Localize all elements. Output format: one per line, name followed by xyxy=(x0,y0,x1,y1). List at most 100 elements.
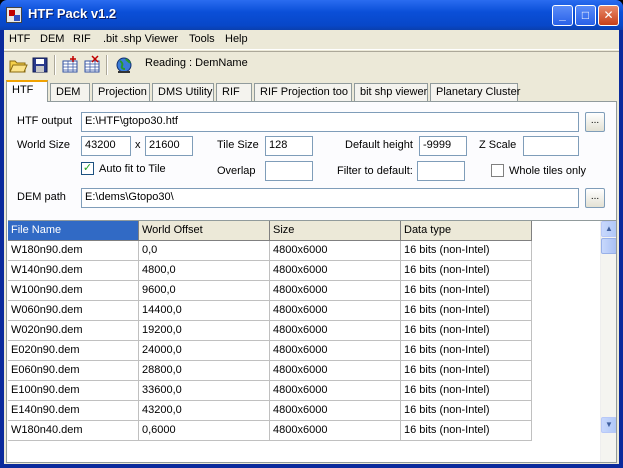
world-size-x-field[interactable]: 43200 xyxy=(81,136,131,156)
file-name-cell[interactable]: W140n90.dem xyxy=(8,261,139,281)
tab-dem[interactable]: DEM xyxy=(50,83,90,102)
data-type-cell[interactable]: 16 bits (non-Intel) xyxy=(401,321,532,341)
save-icon[interactable] xyxy=(30,55,50,75)
table-delete-icon[interactable] xyxy=(82,55,102,75)
menu-htf[interactable]: HTF xyxy=(9,33,30,45)
menu-dem[interactable]: DEM xyxy=(40,33,64,45)
world-offset-cell[interactable]: 33600,0 xyxy=(139,381,270,401)
open-folder-icon[interactable] xyxy=(8,55,28,75)
auto-fit-checkbox[interactable]: ✓ xyxy=(81,162,94,175)
world-size-y-field[interactable]: 21600 xyxy=(145,136,193,156)
data-type-cell[interactable]: 16 bits (non-Intel) xyxy=(401,421,532,441)
table-row[interactable]: W140n90.dem 4800,0 4800x6000 16 bits (non-I… xyxy=(8,261,532,281)
table-row[interactable]: W060n90.dem 14400,0 4800x6000 16 bits (non-… xyxy=(8,301,532,321)
world-offset-cell[interactable]: 43200,0 xyxy=(139,401,270,421)
size-cell[interactable]: 4800x6000 xyxy=(270,341,401,361)
column-header-data-type[interactable]: Data type xyxy=(401,221,532,241)
world-offset-cell[interactable]: 28800,0 xyxy=(139,361,270,381)
scroll-down-button[interactable]: ▼ xyxy=(601,417,616,433)
size-cell[interactable]: 4800x6000 xyxy=(270,281,401,301)
size-cell[interactable]: 4800x6000 xyxy=(270,421,401,441)
menu-rif[interactable]: RIF xyxy=(73,33,91,45)
size-cell[interactable]: 4800x6000 xyxy=(270,381,401,401)
tab-projection[interactable]: Projection xyxy=(92,83,150,102)
auto-fit-label: Auto fit to Tile xyxy=(99,163,166,175)
file-name-cell[interactable]: E100n90.dem xyxy=(8,381,139,401)
size-cell[interactable]: 4800x6000 xyxy=(270,301,401,321)
default-height-field[interactable]: -9999 xyxy=(419,136,467,156)
app-icon[interactable] xyxy=(6,7,22,23)
file-name-cell[interactable]: E020n90.dem xyxy=(8,341,139,361)
table-row[interactable]: E020n90.dem 24000,0 4800x6000 16 bits (non-… xyxy=(8,341,532,361)
filter-to-default-field[interactable] xyxy=(417,161,465,181)
minimize-button[interactable]: _ xyxy=(552,5,573,26)
menu-tools[interactable]: Tools xyxy=(189,33,215,45)
table-row[interactable]: W020n90.dem 19200,0 4800x6000 16 bits (non-… xyxy=(8,321,532,341)
tab-planetary-cluster[interactable]: Planetary Cluster xyxy=(430,83,520,102)
close-button[interactable]: ✕ xyxy=(598,5,619,26)
data-type-cell[interactable]: 16 bits (non-Intel) xyxy=(401,381,532,401)
z-scale-field[interactable] xyxy=(523,136,579,156)
toolbar-separator xyxy=(54,55,56,75)
world-offset-cell[interactable]: 0,6000 xyxy=(139,421,270,441)
table-row[interactable]: E060n90.dem 28800,0 4800x6000 16 bits (non-… xyxy=(8,361,532,381)
column-header-file-name[interactable]: File Name xyxy=(8,221,139,241)
table-row[interactable]: E100n90.dem 33600,0 4800x6000 16 bits (non-… xyxy=(8,381,532,401)
filter-to-default-label: Filter to default: xyxy=(337,165,413,177)
world-offset-cell[interactable]: 9600,0 xyxy=(139,281,270,301)
file-name-cell[interactable]: W060n90.dem xyxy=(8,301,139,321)
tab-dms-utility[interactable]: DMS Utility xyxy=(152,83,214,102)
data-type-cell[interactable]: 16 bits (non-Intel) xyxy=(401,261,532,281)
data-type-cell[interactable]: 16 bits (non-Intel) xyxy=(401,241,532,261)
file-name-cell[interactable]: E060n90.dem xyxy=(8,361,139,381)
overlap-field[interactable] xyxy=(265,161,313,181)
dem-path-browse-button[interactable]: ... xyxy=(585,188,605,208)
data-type-cell[interactable]: 16 bits (non-Intel) xyxy=(401,341,532,361)
menu-help[interactable]: Help xyxy=(225,33,248,45)
htf-output-field[interactable]: E:\HTF\gtopo30.htf xyxy=(81,112,579,132)
title-bar[interactable]: HTF Pack v1.2 _ □ ✕ xyxy=(0,0,623,30)
whole-tiles-checkbox[interactable] xyxy=(491,164,504,177)
data-type-cell[interactable]: 16 bits (non-Intel) xyxy=(401,401,532,421)
vertical-scrollbar[interactable]: ▲ ▼ xyxy=(600,221,616,462)
world-offset-cell[interactable]: 14400,0 xyxy=(139,301,270,321)
world-offset-cell[interactable]: 19200,0 xyxy=(139,321,270,341)
world-offset-cell[interactable]: 4800,0 xyxy=(139,261,270,281)
globe-icon[interactable] xyxy=(114,55,134,75)
size-cell[interactable]: 4800x6000 xyxy=(270,361,401,381)
column-header-size[interactable]: Size xyxy=(270,221,401,241)
data-type-cell[interactable]: 16 bits (non-Intel) xyxy=(401,301,532,321)
size-cell[interactable]: 4800x6000 xyxy=(270,241,401,261)
scroll-thumb[interactable] xyxy=(601,238,616,254)
size-cell[interactable]: 4800x6000 xyxy=(270,321,401,341)
menu-bit-shp-viewer[interactable]: .bit .shp Viewer xyxy=(103,33,178,45)
file-name-cell[interactable]: W180n90.dem xyxy=(8,241,139,261)
tile-size-field[interactable]: 128 xyxy=(265,136,313,156)
dem-path-field[interactable]: E:\dems\Gtopo30\ xyxy=(81,188,579,208)
world-offset-cell[interactable]: 0,0 xyxy=(139,241,270,261)
column-header-world-offset[interactable]: World Offset xyxy=(139,221,270,241)
tab-strip: HTF DEM Projection DMS Utility RIF RIF P… xyxy=(4,80,619,102)
table-add-icon[interactable] xyxy=(60,55,80,75)
data-type-cell[interactable]: 16 bits (non-Intel) xyxy=(401,281,532,301)
scroll-up-button[interactable]: ▲ xyxy=(601,221,616,237)
world-offset-cell[interactable]: 24000,0 xyxy=(139,341,270,361)
file-name-cell[interactable]: W100n90.dem xyxy=(8,281,139,301)
file-name-cell[interactable]: W180n40.dem xyxy=(8,421,139,441)
tab-rif-projection-too[interactable]: RIF Projection too xyxy=(254,83,352,102)
table-row[interactable]: W100n90.dem 9600,0 4800x6000 16 bits (non-I… xyxy=(8,281,532,301)
tab-rif[interactable]: RIF xyxy=(216,83,252,102)
tab-htf[interactable]: HTF xyxy=(6,80,48,102)
maximize-button[interactable]: □ xyxy=(575,5,596,26)
tab-bit-shp-viewer[interactable]: bit shp viewer xyxy=(354,83,428,102)
size-cell[interactable]: 4800x6000 xyxy=(270,261,401,281)
table-row[interactable]: W180n40.dem 0,6000 4800x6000 16 bits (non-I… xyxy=(8,421,532,441)
data-type-cell[interactable]: 16 bits (non-Intel) xyxy=(401,361,532,381)
htf-output-browse-button[interactable]: ... xyxy=(585,112,605,132)
dem-file-table: File Name World Offset Size Data type W1… xyxy=(8,220,616,462)
file-name-cell[interactable]: W020n90.dem xyxy=(8,321,139,341)
table-row[interactable]: E140n90.dem 43200,0 4800x6000 16 bits (non-… xyxy=(8,401,532,421)
table-row[interactable]: W180n90.dem 0,0 4800x6000 16 bits (non-Inte… xyxy=(8,241,532,261)
file-name-cell[interactable]: E140n90.dem xyxy=(8,401,139,421)
size-cell[interactable]: 4800x6000 xyxy=(270,401,401,421)
